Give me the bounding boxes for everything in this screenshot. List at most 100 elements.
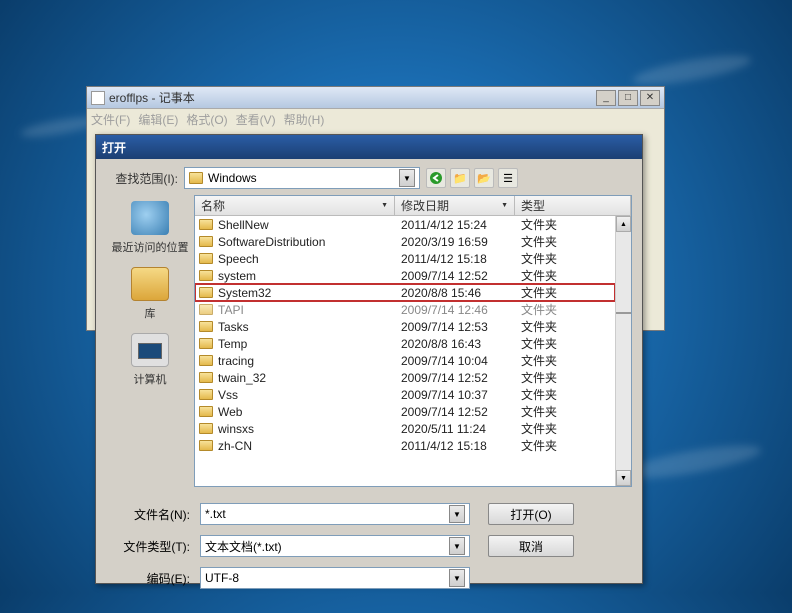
row-name: TAPI: [218, 303, 244, 317]
new-folder-button[interactable]: 📂: [474, 168, 494, 188]
minimize-button[interactable]: _: [596, 90, 616, 106]
up-button[interactable]: 📁: [450, 168, 470, 188]
close-button[interactable]: ✕: [640, 90, 660, 106]
row-type: 文件夹: [515, 403, 615, 420]
sort-icon: ▼: [501, 202, 508, 209]
menu-view[interactable]: 查看(V): [236, 111, 276, 128]
menu-file[interactable]: 文件(F): [91, 111, 130, 128]
notepad-menubar: 文件(F) 编辑(E) 格式(O) 查看(V) 帮助(H): [87, 109, 664, 129]
place-computer[interactable]: 计算机: [106, 333, 194, 387]
col-type[interactable]: 类型: [515, 196, 631, 215]
table-row[interactable]: twain_32 2009/7/14 12:52文件夹: [195, 369, 615, 386]
encoding-select[interactable]: UTF-8 ▼: [200, 567, 470, 589]
row-name: twain_32: [218, 371, 266, 385]
row-date: 2011/4/12 15:24: [395, 218, 515, 232]
row-type: 文件夹: [515, 335, 615, 352]
menu-help[interactable]: 帮助(H): [284, 111, 325, 128]
folder-icon: [189, 172, 203, 184]
row-name: Web: [218, 405, 242, 419]
chevron-down-icon[interactable]: ▼: [399, 169, 415, 187]
folder-icon: [199, 355, 213, 366]
dialog-titlebar[interactable]: 打开: [96, 135, 642, 159]
menu-format[interactable]: 格式(O): [186, 111, 227, 128]
chevron-down-icon[interactable]: ▼: [449, 505, 465, 523]
filename-label: 文件名(N):: [116, 506, 200, 523]
filename-value: *.txt: [205, 507, 445, 521]
row-date: 2020/5/11 11:24: [395, 422, 515, 436]
row-date: 2009/7/14 12:52: [395, 405, 515, 419]
chevron-down-icon[interactable]: ▼: [449, 569, 465, 587]
list-header: 名称▼ 修改日期▼ 类型: [195, 196, 631, 216]
row-type: 文件夹: [515, 386, 615, 403]
notepad-title: erofflps - 记事本: [109, 89, 195, 106]
place-library[interactable]: 库: [106, 267, 194, 321]
filetype-select[interactable]: 文本文档(*.txt) ▼: [200, 535, 470, 557]
recent-icon: [131, 201, 169, 235]
maximize-button[interactable]: □: [618, 90, 638, 106]
table-row[interactable]: System32 2020/8/8 15:46文件夹: [195, 284, 615, 301]
row-name: Tasks: [218, 320, 249, 334]
row-date: 2009/7/14 12:52: [395, 269, 515, 283]
row-date: 2009/7/14 10:04: [395, 354, 515, 368]
scroll-thumb[interactable]: [616, 312, 631, 314]
place-library-label: 库: [106, 305, 194, 321]
table-row[interactable]: system2009/7/14 12:52文件夹: [195, 267, 615, 284]
col-date[interactable]: 修改日期▼: [395, 196, 515, 215]
row-name: SoftwareDistribution: [218, 235, 325, 249]
table-row[interactable]: zh-CN2011/4/12 15:18文件夹: [195, 437, 615, 454]
sort-icon: ▼: [381, 202, 388, 209]
row-type: 文件夹: [515, 420, 615, 437]
row-name: System32: [218, 286, 271, 300]
row-type: 文件夹: [515, 369, 615, 386]
file-list-panel: 名称▼ 修改日期▼ 类型 ShellNew2011/4/12 15:24文件夹S…: [194, 195, 632, 487]
dialog-title: 打开: [102, 139, 126, 156]
folder-icon: [199, 219, 213, 230]
row-date: 2011/4/12 15:18: [395, 252, 515, 266]
row-date: 2020/8/8 15:46: [395, 286, 515, 300]
row-type: 文件夹: [515, 284, 615, 301]
place-recent-label: 最近访问的位置: [106, 239, 194, 255]
table-row[interactable]: tracing2009/7/14 10:04文件夹: [195, 352, 615, 369]
open-button[interactable]: 打开(O): [488, 503, 574, 525]
row-date: 2009/7/14 12:52: [395, 371, 515, 385]
row-type: 文件夹: [515, 301, 615, 318]
menu-edit[interactable]: 编辑(E): [138, 111, 178, 128]
back-button[interactable]: [426, 168, 446, 188]
cancel-button[interactable]: 取消: [488, 535, 574, 557]
scroll-down-icon[interactable]: ▼: [616, 470, 631, 486]
folder-icon: [199, 423, 213, 434]
filetype-value: 文本文档(*.txt): [205, 538, 445, 555]
lookin-value: Windows: [208, 171, 395, 185]
table-row[interactable]: ShellNew2011/4/12 15:24文件夹: [195, 216, 615, 233]
scrollbar[interactable]: ▲ ▼: [615, 216, 631, 486]
scroll-up-icon[interactable]: ▲: [616, 216, 631, 232]
notepad-titlebar[interactable]: erofflps - 记事本 _ □ ✕: [87, 87, 664, 109]
folder-icon: [199, 253, 213, 264]
place-computer-label: 计算机: [106, 371, 194, 387]
folder-icon: [199, 287, 213, 298]
filename-input[interactable]: *.txt ▼: [200, 503, 470, 525]
row-name: winsxs: [218, 422, 254, 436]
places-bar: 最近访问的位置 库 计算机: [106, 195, 194, 487]
nav-toolbar: 📁 📂 ☰: [426, 168, 518, 188]
views-button[interactable]: ☰: [498, 168, 518, 188]
chevron-down-icon[interactable]: ▼: [449, 537, 465, 555]
encoding-value: UTF-8: [205, 571, 445, 585]
lookin-combo[interactable]: Windows ▼: [184, 167, 420, 189]
place-recent[interactable]: 最近访问的位置: [106, 201, 194, 255]
table-row[interactable]: Web 2009/7/14 12:52文件夹: [195, 403, 615, 420]
table-row[interactable]: Vss2009/7/14 10:37文件夹: [195, 386, 615, 403]
lookin-label: 查找范围(I):: [106, 170, 184, 187]
folder-icon: [199, 389, 213, 400]
table-row[interactable]: SoftwareDistribution2020/3/19 16:59文件夹: [195, 233, 615, 250]
table-row[interactable]: Speech2011/4/12 15:18文件夹: [195, 250, 615, 267]
row-date: 2011/4/12 15:18: [395, 439, 515, 453]
col-name[interactable]: 名称▼: [195, 196, 395, 215]
table-row[interactable]: TAPI2009/7/14 12:46文件夹: [195, 301, 615, 318]
table-row[interactable]: Tasks2009/7/14 12:53文件夹: [195, 318, 615, 335]
row-date: 2009/7/14 10:37: [395, 388, 515, 402]
row-name: Speech: [218, 252, 259, 266]
table-row[interactable]: winsxs 2020/5/11 11:24文件夹: [195, 420, 615, 437]
row-date: 2020/8/8 16:43: [395, 337, 515, 351]
table-row[interactable]: Temp2020/8/8 16:43文件夹: [195, 335, 615, 352]
